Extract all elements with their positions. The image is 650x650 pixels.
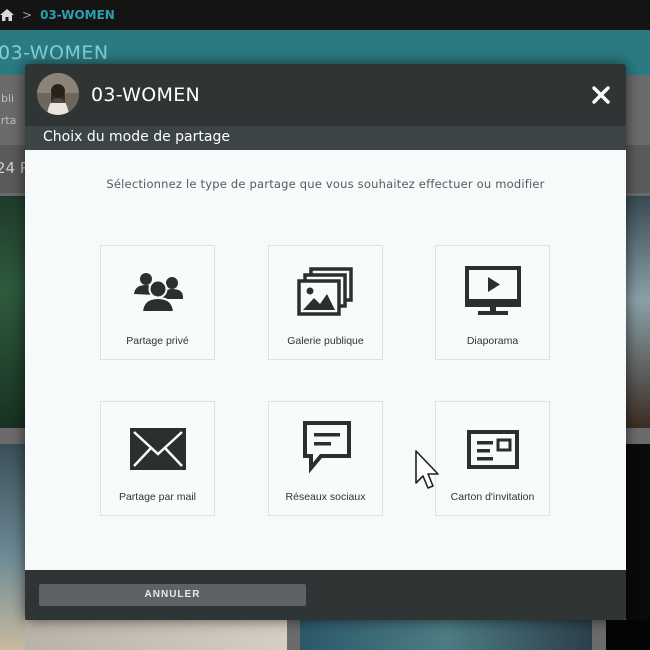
option-public-gallery[interactable]: Galerie publique [268, 245, 383, 360]
photo-gallery-icon [297, 264, 355, 322]
modal-footer: ANNULER [25, 570, 626, 620]
background-info: ubli arta [0, 88, 16, 132]
breadcrumb-separator: > [22, 8, 33, 22]
breadcrumb-bar: > 03-WOMEN [0, 0, 650, 30]
photo-thumbnail [300, 620, 592, 650]
envelope-icon [129, 420, 187, 478]
option-social-networks[interactable]: Réseaux sociaux [268, 401, 383, 516]
option-label: Partage par mail [118, 491, 197, 503]
option-label: Carton d'invitation [450, 491, 535, 503]
close-icon[interactable] [588, 82, 614, 108]
cancel-button[interactable]: ANNULER [39, 584, 306, 606]
photo-thumbnail [0, 196, 25, 428]
photo-thumbnail [25, 620, 287, 650]
chat-bubble-icon [297, 420, 355, 478]
modal-title: 03-WOMEN [91, 84, 201, 106]
option-label: Partage privé [126, 335, 189, 347]
modal-header: 03-WOMEN [25, 64, 626, 126]
breadcrumb-current[interactable]: 03-WOMEN [40, 8, 115, 22]
option-slideshow[interactable]: Diaporama [435, 245, 550, 360]
option-label: Réseaux sociaux [285, 491, 366, 503]
option-email-share[interactable]: Partage par mail [100, 401, 215, 516]
avatar [37, 73, 79, 115]
modal-subtitle-bar: Choix du mode de partage [25, 126, 626, 150]
mouse-pointer-icon [414, 449, 440, 491]
option-label: Diaporama [466, 335, 519, 347]
users-group-icon [129, 264, 187, 322]
option-private-share[interactable]: Partage privé [100, 245, 215, 360]
photo-thumbnail [626, 196, 650, 428]
option-label: Galerie publique [287, 335, 364, 347]
modal-subtitle: Choix du mode de partage [43, 129, 230, 145]
background-page-title: 03-WOMEN [0, 42, 109, 64]
share-modal: 03-WOMEN Choix du mode de partage Sélect… [25, 64, 626, 620]
modal-body: Sélectionnez le type de partage que vous… [25, 150, 626, 570]
home-icon[interactable] [0, 8, 14, 22]
invitation-card-icon [464, 420, 522, 478]
background-info-line: ubli [0, 92, 15, 105]
background-info-line: arta [0, 114, 17, 127]
photo-thumbnail [606, 620, 650, 650]
instruction-text: Sélectionnez le type de partage que vous… [106, 177, 545, 191]
option-invitation-card[interactable]: Carton d'invitation [435, 401, 550, 516]
photo-thumbnail [0, 444, 25, 650]
slideshow-monitor-icon [464, 264, 522, 322]
